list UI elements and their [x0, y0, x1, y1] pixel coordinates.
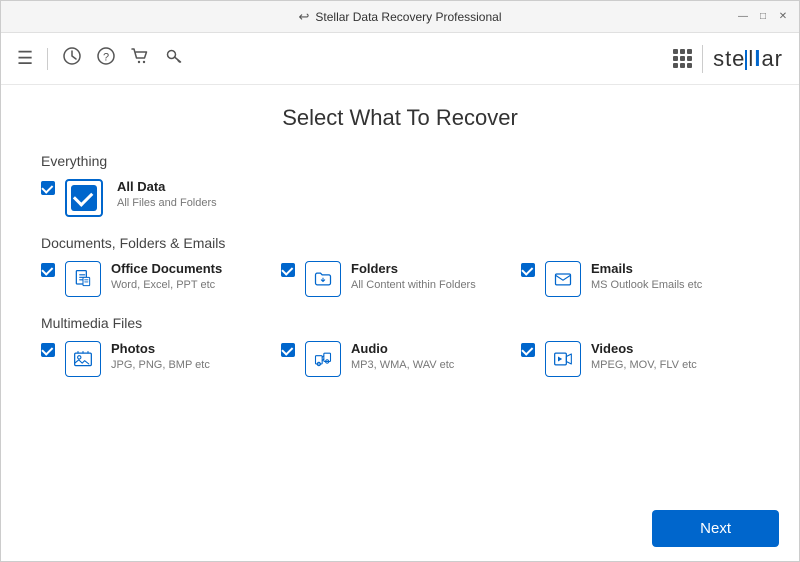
option-folders: Folders All Content within Folders [281, 261, 481, 297]
emails-text: Emails MS Outlook Emails etc [591, 261, 702, 293]
alldata-big-checkbox[interactable] [65, 179, 103, 217]
option-all-data: All Data All Files and Folders [41, 179, 241, 217]
alldata-text: All Data All Files and Folders [117, 179, 217, 211]
cb-small-all-data[interactable] [41, 181, 55, 195]
audio-text: Audio MP3, WMA, WAV etc [351, 341, 454, 373]
close-button[interactable]: ✕ [777, 11, 789, 23]
minimize-button[interactable]: — [737, 11, 749, 23]
option-videos: Videos MPEG, MOV, FLV etc [521, 341, 721, 377]
videos-name: Videos [591, 341, 697, 358]
alldata-desc: All Files and Folders [117, 196, 217, 211]
photos-text: Photos JPG, PNG, BMP etc [111, 341, 210, 373]
videos-text: Videos MPEG, MOV, FLV etc [591, 341, 697, 373]
audio-desc: MP3, WMA, WAV etc [351, 358, 454, 373]
checkbox-emails[interactable] [521, 263, 535, 277]
emails-name: Emails [591, 261, 702, 278]
cb-small-photos[interactable] [41, 343, 55, 357]
section-everything: Everything All Data All Files and Folder… [41, 153, 759, 217]
alldata-big-checkbox-inner [71, 185, 97, 211]
office-docs-desc: Word, Excel, PPT etc [111, 278, 222, 293]
option-office-docs: Office Documents Word, Excel, PPT etc [41, 261, 241, 297]
cb-small-videos[interactable] [521, 343, 535, 357]
cb-small-emails[interactable] [521, 263, 535, 277]
window-title: ↩ Stellar Data Recovery Professional [299, 9, 502, 25]
photos-name: Photos [111, 341, 210, 358]
history-icon[interactable] [62, 46, 82, 72]
photos-desc: JPG, PNG, BMP etc [111, 358, 210, 373]
key-icon[interactable] [164, 46, 184, 71]
audio-icon [305, 341, 341, 377]
main-content: Select What To Recover Everything All Da… [1, 85, 799, 500]
cb-small-office[interactable] [41, 263, 55, 277]
alldata-name: All Data [117, 179, 217, 196]
folders-name: Folders [351, 261, 476, 278]
option-audio: Audio MP3, WMA, WAV etc [281, 341, 481, 377]
photos-icon [65, 341, 101, 377]
emails-desc: MS Outlook Emails etc [591, 278, 702, 293]
folders-desc: All Content within Folders [351, 278, 476, 293]
folders-text: Folders All Content within Folders [351, 261, 476, 293]
audio-name: Audio [351, 341, 454, 358]
maximize-button[interactable]: □ [757, 11, 769, 23]
option-photos: Photos JPG, PNG, BMP etc [41, 341, 241, 377]
menu-icon[interactable]: ☰ [17, 48, 33, 69]
videos-icon [545, 341, 581, 377]
office-docs-icon [65, 261, 101, 297]
cb-small-folders[interactable] [281, 263, 295, 277]
items-row-everything: All Data All Files and Folders [41, 179, 759, 217]
option-emails: Emails MS Outlook Emails etc [521, 261, 721, 297]
checkbox-office-docs[interactable] [41, 263, 55, 277]
section-documents: Documents, Folders & Emails Office Docum… [41, 235, 759, 297]
section-label-multimedia: Multimedia Files [41, 315, 759, 331]
cart-icon[interactable] [130, 46, 150, 71]
checkbox-photos[interactable] [41, 343, 55, 357]
items-row-multimedia: Photos JPG, PNG, BMP etc [41, 341, 759, 377]
section-label-everything: Everything [41, 153, 759, 169]
checkbox-audio[interactable] [281, 343, 295, 357]
footer: Next [1, 500, 799, 561]
toolbar-divider-1 [47, 48, 48, 70]
section-label-documents: Documents, Folders & Emails [41, 235, 759, 251]
titlebar: ↩ Stellar Data Recovery Professional — □… [1, 1, 799, 33]
emails-icon [545, 261, 581, 297]
office-docs-name: Office Documents [111, 261, 222, 278]
help-icon[interactable]: ? [96, 46, 116, 71]
brand-divider [702, 45, 703, 73]
svg-text:?: ? [103, 52, 109, 64]
checkbox-folders[interactable] [281, 263, 295, 277]
app-title: Stellar Data Recovery Professional [315, 10, 501, 24]
items-row-documents: Office Documents Word, Excel, PPT etc Fo… [41, 261, 759, 297]
grid-icon[interactable] [673, 49, 692, 68]
checkbox-videos[interactable] [521, 343, 535, 357]
page-title: Select What To Recover [41, 105, 759, 131]
checkbox-all-data[interactable] [41, 181, 55, 195]
cb-small-audio[interactable] [281, 343, 295, 357]
folders-icon [305, 261, 341, 297]
section-multimedia: Multimedia Files Photos JPG, PN [41, 315, 759, 377]
brand-logo: stellar [713, 46, 783, 72]
office-docs-text: Office Documents Word, Excel, PPT etc [111, 261, 222, 293]
back-icon[interactable]: ↩ [299, 9, 310, 25]
toolbar: ☰ ? [1, 33, 799, 85]
videos-desc: MPEG, MOV, FLV etc [591, 358, 697, 373]
next-button[interactable]: Next [652, 510, 779, 547]
